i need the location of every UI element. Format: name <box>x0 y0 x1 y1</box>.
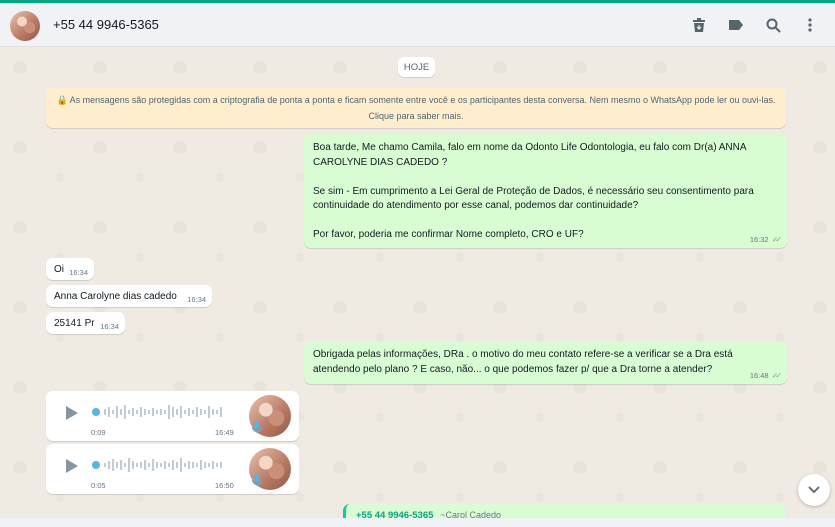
message-text: Obrigada pelas informações, DRa . o moti… <box>313 349 736 375</box>
message-meta: 16:32 ✓✓ <box>749 235 783 244</box>
message-time: 16:50 <box>215 481 234 490</box>
chat-panel[interactable]: HOJE 🔒 As mensagens são protegidas com a… <box>0 47 835 527</box>
waveform[interactable] <box>92 454 232 476</box>
incoming-message[interactable]: Oi 16:34 <box>46 258 94 280</box>
search-icon[interactable] <box>762 14 784 36</box>
incoming-message[interactable]: Anna Carolyne dias cadedo 16:34 <box>46 285 212 307</box>
contact-avatar[interactable] <box>10 11 40 41</box>
composer-bar[interactable] <box>0 518 835 527</box>
encryption-notice[interactable]: 🔒 As mensagens são protegidas com a crip… <box>46 88 786 128</box>
audio-duration: 0:09 <box>91 428 106 437</box>
play-icon[interactable] <box>62 404 80 422</box>
archive-icon[interactable] <box>688 14 710 36</box>
microphone-icon <box>251 474 263 486</box>
message-text: Oi <box>54 264 64 275</box>
waveform[interactable] <box>92 401 232 423</box>
play-icon[interactable] <box>62 457 80 475</box>
scroll-down-button[interactable] <box>798 474 830 506</box>
label-icon[interactable] <box>725 14 747 36</box>
outgoing-message[interactable]: Boa tarde, Me chamo Camila, falo em nome… <box>304 133 787 248</box>
message-time: 16:34 <box>187 295 206 304</box>
audio-duration: 0:05 <box>91 481 106 490</box>
message-text: Boa tarde, Me chamo Camila, falo em nome… <box>313 142 754 240</box>
voice-message[interactable]: 0:05 16:50 <box>46 444 299 494</box>
message-meta: 16:34 <box>187 295 206 304</box>
message-meta: 16:34 <box>69 268 88 277</box>
microphone-icon <box>251 421 263 433</box>
outgoing-message[interactable]: Obrigada pelas informações, DRa . o moti… <box>304 342 787 384</box>
message-meta: 16:34 <box>100 322 119 331</box>
date-chip: HOJE <box>398 57 435 77</box>
read-ticks-icon: ✓✓ <box>771 371 783 380</box>
menu-icon[interactable] <box>799 14 821 36</box>
message-text: Anna Carolyne dias cadedo <box>54 291 177 302</box>
message-time: 16:34 <box>69 268 88 277</box>
incoming-message[interactable]: 25141 Pr 16:34 <box>46 312 125 334</box>
message-text: 25141 Pr <box>54 318 95 329</box>
message-time: 16:32 <box>749 235 769 244</box>
message-time: 16:48 <box>749 371 769 380</box>
message-time: 16:34 <box>100 322 119 331</box>
message-time: 16:49 <box>215 428 234 437</box>
contact-name[interactable]: +55 44 9946-5365 <box>53 17 159 32</box>
chat-header: +55 44 9946-5365 <box>0 3 835 47</box>
chevron-down-icon <box>808 486 820 494</box>
voice-message[interactable]: 0:09 16:49 <box>46 391 299 441</box>
message-meta: 16:48 ✓✓ <box>749 371 783 380</box>
read-ticks-icon: ✓✓ <box>771 235 783 244</box>
